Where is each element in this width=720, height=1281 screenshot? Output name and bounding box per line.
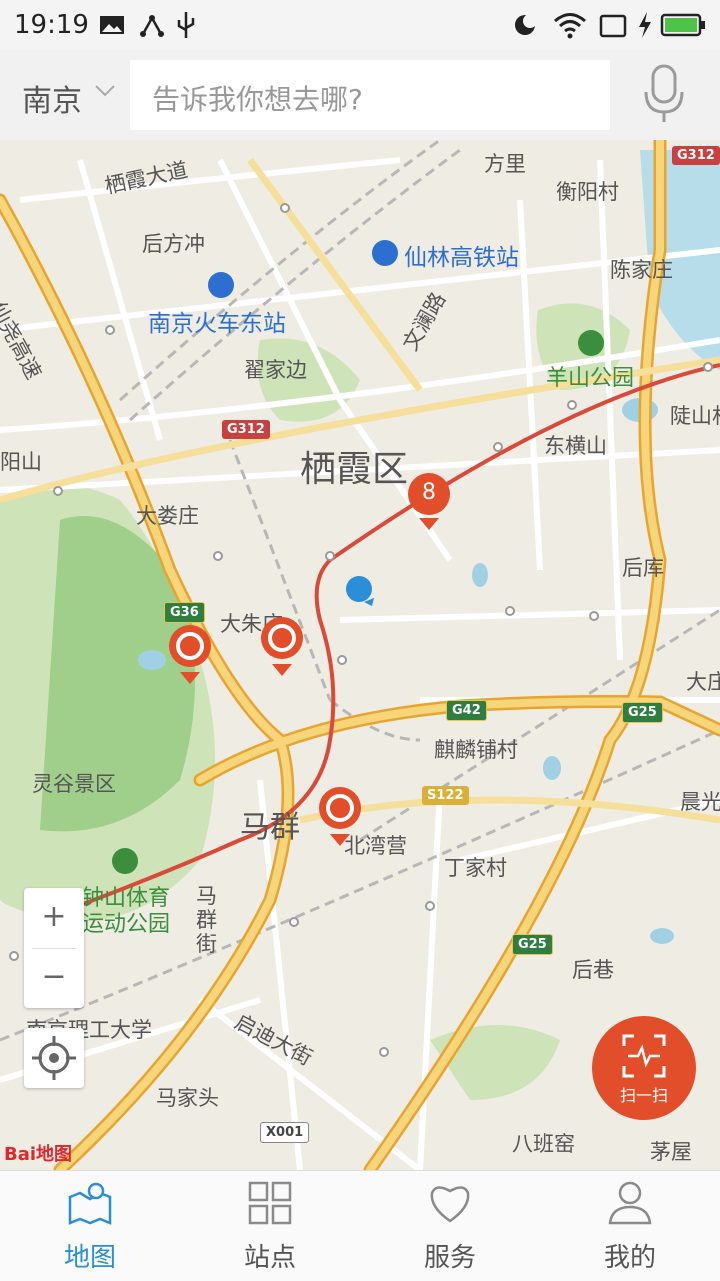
wifi-icon — [554, 13, 586, 39]
grid-icon — [248, 1181, 292, 1225]
moon-icon — [515, 14, 537, 35]
park-label: 羊山公园 — [546, 366, 635, 391]
map-label: 茅屋 — [650, 1140, 692, 1164]
road-shield: G36 — [164, 602, 205, 623]
map-label: 八班窑 — [512, 1132, 575, 1156]
status-time: 19:19 — [14, 10, 89, 40]
map-icon — [68, 1182, 112, 1225]
zoom-in-button[interactable]: + — [24, 888, 84, 948]
signal-icon — [599, 14, 627, 38]
train-station-icon — [208, 272, 234, 298]
heart-hand-icon — [430, 1186, 470, 1223]
map-label: 陈家庄 — [610, 258, 673, 282]
crosshair-icon — [32, 1036, 76, 1080]
locate-button[interactable] — [24, 1028, 84, 1088]
park-icon — [578, 330, 604, 356]
map-label: 马群 — [240, 810, 300, 845]
city-selector[interactable]: 南京 — [22, 76, 82, 120]
charging-icon — [639, 12, 651, 38]
park-label: 运动公园 — [82, 912, 171, 937]
status-bar: 19:19 — [0, 0, 720, 50]
tab-label: 服务 — [423, 1243, 476, 1273]
tab-stations[interactable]: 站点 — [180, 1171, 360, 1281]
map-label: 大娄庄 — [136, 504, 199, 528]
tab-profile[interactable]: 我的 — [540, 1171, 720, 1281]
chevron-down-icon[interactable] — [94, 84, 116, 98]
tab-services[interactable]: 服务 — [360, 1171, 540, 1281]
user-icon — [608, 1181, 652, 1225]
station-marker[interactable] — [166, 624, 214, 686]
baidu-logo: Bai地图 — [4, 1144, 73, 1165]
tab-map[interactable]: 地图 — [0, 1171, 180, 1281]
share-icon — [140, 15, 164, 37]
map-label: 大庄 — [686, 670, 720, 694]
map-label: 丁家村 — [444, 856, 507, 880]
road-shield: S122 — [422, 786, 469, 805]
map-view[interactable]: G312 G312 G36 G42 G25 G25 S122 X001 方里 栖… — [0, 140, 720, 1170]
cluster-marker[interactable]: 8 — [406, 472, 452, 532]
map-label: 马家头 — [156, 1086, 219, 1110]
road-shield: G25 — [622, 702, 663, 723]
tab-label: 地图 — [63, 1243, 116, 1273]
scan-label: 扫一扫 — [619, 1086, 668, 1105]
map-label: 晨光 — [680, 790, 720, 814]
map-label: 方里 — [484, 152, 526, 176]
map-label: 翟家边 — [244, 358, 307, 382]
road-shield: X001 — [260, 1122, 310, 1143]
search-bar: 南京 告诉我你想去哪? — [0, 50, 720, 140]
road-shield: G312 — [672, 146, 720, 165]
search-input[interactable]: 告诉我你想去哪? — [130, 60, 610, 130]
usb-icon — [177, 12, 195, 38]
zoom-out-button[interactable]: − — [24, 948, 84, 1008]
station-marker[interactable] — [258, 616, 306, 678]
station-label-nanjing-east[interactable]: 南京火车东站 — [148, 304, 286, 338]
station-label-xianlin[interactable]: 仙林高铁站 — [404, 238, 519, 272]
map-label: 麒麟铺村 — [434, 738, 518, 762]
train-station-icon — [372, 240, 398, 266]
bottom-tab-bar: 地图 站点 服务 我的 — [0, 1170, 720, 1281]
map-label: 衡阳村 — [556, 180, 619, 204]
search-placeholder: 告诉我你想去哪? — [152, 83, 363, 116]
tab-label: 我的 — [603, 1243, 656, 1273]
zoom-control: + − — [24, 888, 84, 1008]
tab-label: 站点 — [243, 1243, 296, 1273]
park-icon — [112, 848, 138, 874]
road-shield: G42 — [446, 700, 487, 721]
battery-icon — [660, 13, 705, 37]
map-label: 灵谷景区 — [32, 772, 116, 796]
station-marker[interactable] — [316, 786, 364, 848]
map-label: 后巷 — [572, 958, 614, 982]
microphone-icon[interactable] — [640, 62, 688, 126]
map-label: 马群街 — [196, 884, 217, 956]
road-shield: G25 — [512, 934, 553, 955]
district-label: 栖霞区 — [300, 449, 409, 490]
map-label: 阳山 — [0, 450, 42, 474]
map-label: 后方冲 — [142, 232, 205, 256]
scan-icon — [622, 1034, 666, 1078]
road-shield: G312 — [222, 420, 270, 439]
cluster-count: 8 — [422, 480, 436, 505]
map-label: 后库 — [622, 556, 664, 580]
map-label: 东横山 — [544, 434, 607, 458]
scan-button[interactable]: 扫一扫 — [592, 1016, 696, 1120]
map-label: 陡山村 — [670, 404, 720, 428]
current-location-dot — [346, 576, 374, 606]
image-icon — [100, 16, 124, 34]
